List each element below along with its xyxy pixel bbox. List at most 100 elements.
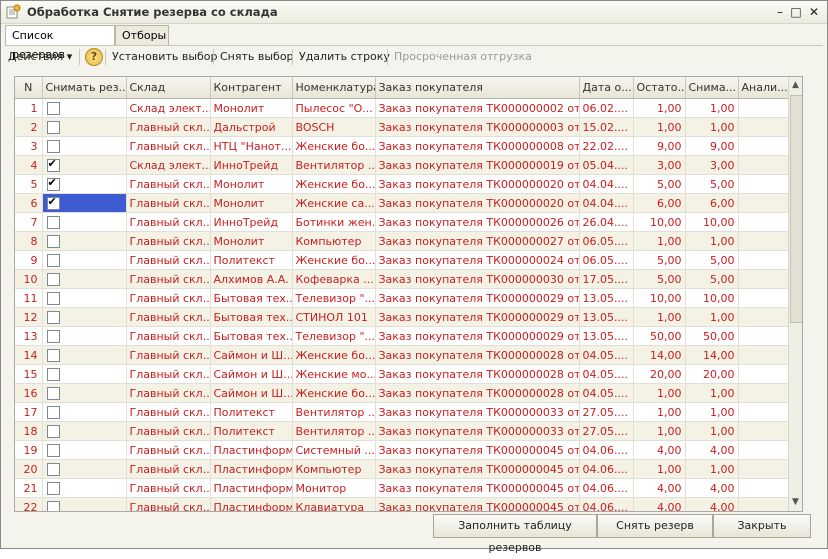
- cell-remove-reserve[interactable]: [42, 402, 127, 422]
- remove-reserve-checkbox[interactable]: [46, 481, 60, 495]
- remove-reserve-button[interactable]: Снять резерв: [597, 514, 713, 538]
- remove-reserve-checkbox[interactable]: [46, 157, 60, 172]
- cell-remove-reserve[interactable]: [42, 212, 127, 232]
- cell-remove-reserve[interactable]: [42, 174, 127, 194]
- cell-remove-reserve[interactable]: [42, 117, 127, 137]
- table-row[interactable]: 2 Главный скл... Дальстрой BOSCH Заказ покуп…: [15, 117, 790, 137]
- table-row[interactable]: 16 Главный скл... Саймон и Ш... Женские бо.…: [15, 383, 790, 403]
- cell-remove-reserve[interactable]: [42, 326, 127, 346]
- table-row[interactable]: 10 Главный скл... Алхимов А.А. Кофеварка ..…: [15, 269, 790, 289]
- remove-reserve-checkbox[interactable]: [46, 291, 60, 305]
- cell-remove-reserve[interactable]: [42, 440, 127, 460]
- table-row[interactable]: 17 Главный скл... Политекст Вентилятор ... З…: [15, 402, 790, 422]
- remove-reserve-checkbox[interactable]: [46, 367, 60, 381]
- column-header-remove-qty[interactable]: Снима...: [685, 77, 739, 99]
- cell-remove-reserve[interactable]: [42, 364, 127, 384]
- close-window-button[interactable]: ✕: [807, 5, 821, 19]
- cell-item: Компьютер: [292, 459, 376, 479]
- cell-remove-reserve[interactable]: [42, 231, 127, 251]
- table-row[interactable]: 22 Главный скл... Пластинформ Клавиатура Зак…: [15, 497, 790, 511]
- remove-reserve-checkbox[interactable]: [46, 234, 60, 248]
- remove-reserve-checkbox[interactable]: [46, 272, 60, 286]
- column-header-balance[interactable]: Остато...: [633, 77, 686, 99]
- cell-remove-reserve[interactable]: [42, 478, 127, 498]
- cell-remove-reserve[interactable]: [42, 307, 127, 327]
- table-row[interactable]: 14 Главный скл... Саймон и Ш... Женские бо.…: [15, 345, 790, 365]
- tab-reserve-list[interactable]: Список резервов: [5, 25, 115, 61]
- remove-reserve-checkbox[interactable]: [46, 443, 60, 457]
- help-icon[interactable]: ?: [85, 48, 103, 66]
- column-header-n[interactable]: N: [15, 77, 43, 99]
- cell-remove-reserve[interactable]: [42, 155, 127, 175]
- delete-row-button[interactable]: Удалить строку: [299, 48, 390, 66]
- cell-remove-reserve[interactable]: [42, 269, 127, 289]
- table-row[interactable]: 8 Главный скл... Монолит Компьютер Заказ пок…: [15, 231, 790, 251]
- tab-filters[interactable]: Отборы: [115, 25, 169, 45]
- cell-item: Монитор: [292, 478, 376, 498]
- table-row[interactable]: 13 Главный скл... Бытовая тех... Телевизор …: [15, 326, 790, 346]
- cell-counterparty: Бытовая тех...: [210, 326, 293, 346]
- table-row[interactable]: 15 Главный скл... Саймон и Ш... Женские мо.…: [15, 364, 790, 384]
- cell-remove-reserve[interactable]: [42, 193, 127, 213]
- cell-remove-reserve[interactable]: [42, 345, 127, 365]
- column-header-customer-order[interactable]: Заказ покупателя: [375, 77, 580, 99]
- cell-remove-reserve[interactable]: [42, 497, 127, 511]
- clear-selection-button[interactable]: Снять выбор: [220, 48, 294, 66]
- remove-reserve-checkbox[interactable]: [46, 405, 60, 419]
- column-header-remove-reserve[interactable]: Снимать рез...: [42, 77, 127, 99]
- column-header-date[interactable]: Дата о...: [579, 77, 634, 99]
- cell-remove-reserve[interactable]: [42, 136, 127, 156]
- remove-reserve-checkbox[interactable]: [46, 176, 60, 191]
- remove-reserve-checkbox[interactable]: [46, 424, 60, 438]
- remove-reserve-checkbox[interactable]: [46, 329, 60, 343]
- table-row[interactable]: 20 Главный скл... Пластинформ Компьютер Зака…: [15, 459, 790, 479]
- table-row[interactable]: 4 Склад элект...ИнноТрейдВентилятор ...За…: [15, 155, 790, 175]
- table-row[interactable]: 3 Главный скл... НТЦ "Нанот... Женские бо..…: [15, 136, 790, 156]
- cell-remove-reserve[interactable]: [42, 459, 127, 479]
- table-row[interactable]: 11 Главный скл... Бытовая тех... Телевизор …: [15, 288, 790, 308]
- scroll-thumb[interactable]: [790, 95, 802, 323]
- fill-reserve-table-button[interactable]: Заполнить таблицу резервов: [433, 514, 597, 554]
- remove-reserve-checkbox[interactable]: [46, 195, 60, 210]
- scroll-up-icon[interactable]: ▲: [789, 79, 802, 92]
- remove-reserve-checkbox[interactable]: [46, 462, 60, 476]
- vertical-scrollbar[interactable]: ▲ ▼: [788, 77, 802, 511]
- remove-reserve-checkbox[interactable]: [46, 500, 60, 511]
- table-row[interactable]: 1 Склад элект... Монолит Пылесос "О... Заказ…: [15, 98, 790, 118]
- remove-reserve-checkbox[interactable]: [46, 139, 60, 153]
- remove-reserve-checkbox[interactable]: [46, 215, 60, 229]
- cell-customer-order: Заказ покупателя ТК000000029 от ...: [375, 307, 580, 327]
- cell-remove-reserve[interactable]: [42, 288, 127, 308]
- remove-reserve-checkbox[interactable]: [46, 348, 60, 362]
- table-row[interactable]: 6 Главный скл...МонолитЖенские са...Заказ…: [15, 193, 790, 213]
- cell-remove-reserve[interactable]: [42, 98, 127, 118]
- remove-reserve-checkbox[interactable]: [46, 386, 60, 400]
- column-header-analytics[interactable]: Анали...: [738, 77, 790, 99]
- remove-reserve-checkbox[interactable]: [46, 120, 60, 134]
- cell-remove-reserve[interactable]: [42, 383, 127, 403]
- table-row[interactable]: 19 Главный скл... Пластинформ Системный ...…: [15, 440, 790, 460]
- minimize-button[interactable]: –: [773, 5, 787, 19]
- cell-remove-reserve[interactable]: [42, 250, 127, 270]
- table-row[interactable]: 18 Главный скл... Политекст Вентилятор ... З…: [15, 421, 790, 441]
- overdue-shipment-button[interactable]: Просроченная отгрузка: [394, 48, 532, 66]
- column-header-counterparty[interactable]: Контрагент: [210, 77, 293, 99]
- table-row[interactable]: 12 Главный скл... Бытовая тех... СТИНОЛ 101…: [15, 307, 790, 327]
- cell-remove-reserve[interactable]: [42, 421, 127, 441]
- table-row[interactable]: 7 Главный скл... ИнноТрейд Ботинки жен... За…: [15, 212, 790, 232]
- actions-menu[interactable]: Действия ▾: [8, 48, 72, 66]
- scroll-down-icon[interactable]: ▼: [789, 496, 802, 509]
- maximize-button[interactable]: □: [789, 5, 803, 19]
- table-row[interactable]: 9 Главный скл... Политекст Женские бо... Зак…: [15, 250, 790, 270]
- set-selection-button[interactable]: Установить выбор: [112, 48, 218, 66]
- remove-reserve-checkbox[interactable]: [46, 253, 60, 267]
- column-header-item[interactable]: Номенклатура: [292, 77, 376, 99]
- table-row[interactable]: 21 Главный скл... Пластинформ Монитор Заказ …: [15, 478, 790, 498]
- reserves-grid[interactable]: N Снимать рез... Склад Контрагент Номенк…: [14, 76, 803, 512]
- close-button[interactable]: Закрыть: [713, 514, 811, 538]
- table-row[interactable]: 5 Главный скл...МонолитЖенские бо...Заказ…: [15, 174, 790, 194]
- remove-reserve-checkbox[interactable]: [46, 101, 60, 115]
- remove-reserve-checkbox[interactable]: [46, 310, 60, 324]
- cell-analytics: [738, 383, 790, 403]
- column-header-warehouse[interactable]: Склад: [126, 77, 211, 99]
